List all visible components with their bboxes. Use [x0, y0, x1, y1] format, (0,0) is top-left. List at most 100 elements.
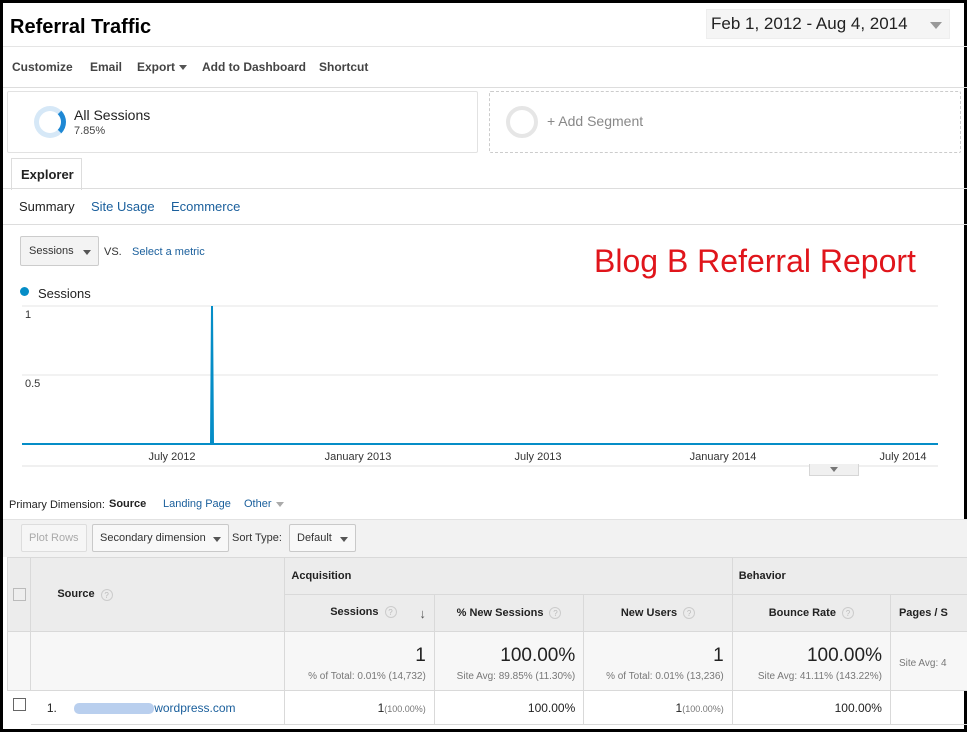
totals-empty-cell	[8, 632, 31, 691]
row-checkbox[interactable]	[13, 698, 26, 711]
help-icon[interactable]: ?	[842, 607, 854, 619]
total-sessions-value: 1	[285, 645, 425, 667]
report-annotation: Blog B Referral Report	[594, 243, 916, 280]
y-tick-label: 0.5	[25, 378, 40, 390]
dimension-landing-page[interactable]: Landing Page	[163, 498, 231, 510]
add-to-dashboard-button[interactable]: Add to Dashboard	[202, 60, 306, 74]
plot-rows-button[interactable]: Plot Rows	[21, 524, 87, 552]
sort-type-select[interactable]: Default	[289, 524, 356, 552]
tab-explorer[interactable]: Explorer	[11, 158, 82, 190]
sessions-percent: (100.00%)	[384, 704, 426, 714]
pages-per-session-header-label: Pages / S	[899, 607, 948, 619]
x-tick-label: January 2014	[690, 451, 757, 463]
new-sessions-header-label: % New Sessions	[457, 607, 544, 619]
chevron-down-icon	[340, 537, 348, 542]
data-table: Source? Acquisition Behavior Sessions?↓ …	[7, 557, 967, 725]
sort-type-value: Default	[297, 532, 332, 544]
source-link[interactable]: wordpress.com	[154, 701, 235, 715]
add-segment-button[interactable]: + Add Segment	[489, 91, 961, 153]
help-icon[interactable]: ?	[549, 607, 561, 619]
pages-per-session-column-header[interactable]: Pages / S	[890, 595, 967, 632]
sort-type-label: Sort Type:	[232, 532, 282, 544]
shortcut-button[interactable]: Shortcut	[319, 60, 368, 74]
total-new-sessions-cell: 100.00% Site Avg: 89.85% (11.30%)	[434, 632, 583, 691]
table-row: 1. wordpress.com 1(100.00%) 100.00% 1(10…	[8, 691, 967, 725]
subtab-divider	[3, 224, 967, 225]
select-all-cell[interactable]	[8, 558, 31, 632]
source-header-label: Source	[57, 588, 94, 600]
chevron-down-icon	[83, 250, 91, 255]
row-index: 1.	[47, 701, 71, 715]
segment-all-sessions[interactable]: All Sessions 7.85%	[7, 91, 478, 153]
vs-label: VS.	[104, 246, 122, 258]
dimension-other-label: Other	[244, 498, 272, 510]
data-table-container: Source? Acquisition Behavior Sessions?↓ …	[7, 557, 967, 735]
x-tick-label: January 2013	[325, 451, 392, 463]
help-icon[interactable]: ?	[385, 606, 397, 618]
date-range-label: Feb 1, 2012 - Aug 4, 2014	[711, 14, 908, 33]
bounce-rate-column-header[interactable]: Bounce Rate?	[732, 595, 890, 632]
y-tick-label: 1	[25, 309, 31, 321]
toolbar-divider	[3, 87, 967, 88]
select-metric-link[interactable]: Select a metric	[132, 246, 205, 258]
chevron-down-icon	[276, 502, 284, 507]
new-sessions-cell: 100.00%	[434, 691, 583, 725]
x-tick-label: July 2013	[514, 451, 561, 463]
behavior-group-header: Behavior	[732, 558, 967, 595]
total-new-users-note: % of Total: 0.01% (13,236)	[584, 671, 723, 682]
source-column-header[interactable]: Source?	[31, 558, 285, 632]
legend-marker-icon	[20, 287, 29, 296]
x-tick-label: July 2014	[879, 451, 926, 463]
new-users-column-header[interactable]: New Users?	[584, 595, 732, 632]
new-users-header-label: New Users	[621, 607, 677, 619]
select-all-checkbox[interactable]	[13, 588, 26, 601]
new-users-cell: 1(100.00%)	[584, 691, 732, 725]
total-bounce-rate-cell: 100.00% Site Avg: 41.11% (143.22%)	[732, 632, 890, 691]
export-label: Export	[137, 60, 175, 74]
sessions-cell: 1(100.00%)	[285, 691, 434, 725]
export-button[interactable]: Export	[137, 60, 187, 74]
segment-name: All Sessions	[74, 107, 150, 123]
secondary-dimension-select[interactable]: Secondary dimension	[92, 524, 229, 552]
subtab-summary[interactable]: Summary	[19, 199, 75, 214]
x-tick-label: July 2012	[148, 451, 195, 463]
page-title: Referral Traffic	[10, 16, 151, 39]
total-new-sessions-note: Site Avg: 89.85% (11.30%)	[435, 671, 575, 682]
chart-collapse-button[interactable]	[809, 464, 859, 476]
metric-select-label: Sessions	[29, 245, 74, 257]
totals-row: 1 % of Total: 0.01% (14,732) 100.00% Sit…	[8, 632, 967, 691]
new-sessions-column-header[interactable]: % New Sessions?	[434, 595, 583, 632]
bounce-rate-header-label: Bounce Rate	[769, 607, 836, 619]
total-pages-per-session-note: Site Avg: 4	[899, 658, 961, 669]
sort-descending-icon[interactable]: ↓	[419, 606, 426, 621]
customize-button[interactable]: Customize	[12, 60, 73, 74]
bounce-rate-cell: 100.00%	[732, 691, 890, 725]
help-icon[interactable]: ?	[101, 589, 113, 601]
segment-donut-icon	[34, 106, 66, 138]
metric-select[interactable]: Sessions	[20, 236, 99, 266]
subtab-site-usage[interactable]: Site Usage	[91, 199, 155, 214]
row-select-cell[interactable]	[8, 691, 31, 725]
total-new-users-value: 1	[584, 645, 723, 667]
primary-dimension-label: Primary Dimension:	[9, 499, 105, 511]
help-icon[interactable]: ?	[683, 607, 695, 619]
sessions-column-header[interactable]: Sessions? ↓	[285, 595, 434, 632]
new-users-percent: (100.00%)	[682, 704, 724, 714]
add-segment-label: + Add Segment	[547, 113, 643, 129]
dimension-source[interactable]: Source	[109, 498, 146, 510]
chevron-down-icon	[930, 22, 942, 29]
segment-placeholder-icon	[506, 106, 538, 138]
sessions-header-label: Sessions	[330, 606, 378, 618]
subtab-ecommerce[interactable]: Ecommerce	[171, 199, 240, 214]
total-pages-per-session-cell: Site Avg: 4	[890, 632, 967, 691]
total-sessions-cell: 1 % of Total: 0.01% (14,732)	[285, 632, 434, 691]
chevron-down-icon	[179, 65, 187, 70]
tab-divider	[3, 188, 967, 189]
dimension-other[interactable]: Other	[244, 498, 284, 510]
total-sessions-note: % of Total: 0.01% (14,732)	[285, 671, 425, 682]
chevron-down-icon	[213, 537, 221, 542]
email-button[interactable]: Email	[90, 60, 122, 74]
source-cell: 1. wordpress.com	[31, 691, 285, 725]
date-range-picker[interactable]: Feb 1, 2012 - Aug 4, 2014	[706, 9, 950, 39]
total-new-sessions-value: 100.00%	[435, 645, 575, 667]
